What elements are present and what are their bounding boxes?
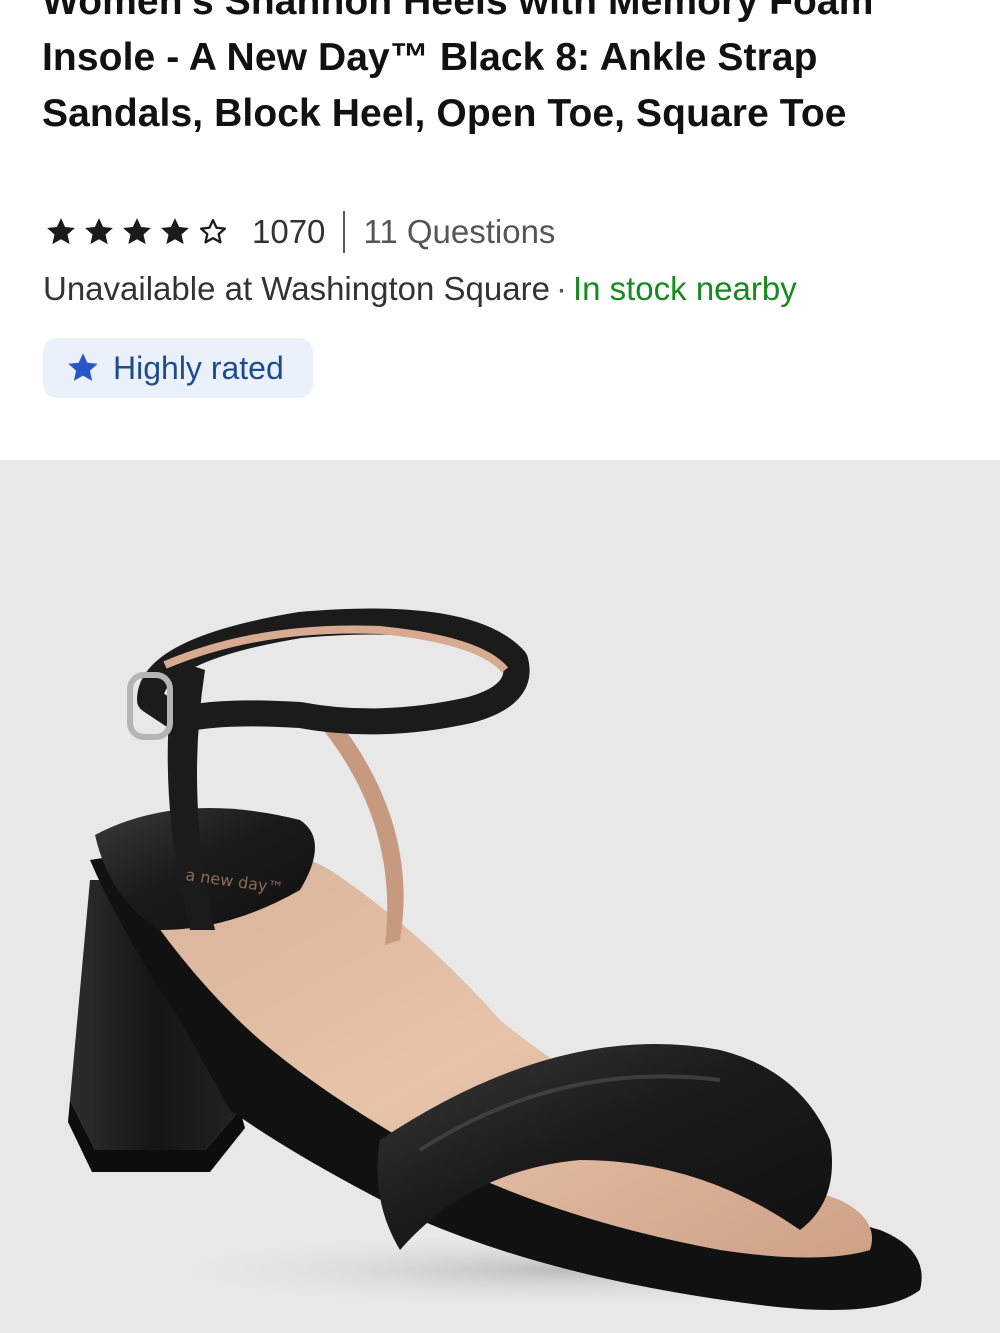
store-availability[interactable]: Unavailable at Washington Square [43, 270, 550, 307]
rating-row[interactable]: 1070 11 Questions [44, 208, 555, 256]
product-image[interactable]: a new day™ [0, 460, 1000, 1333]
star-filled-icon [85, 218, 113, 245]
star-filled-icon [47, 218, 75, 245]
product-title: Women's Shannon Heels with Memory Foam I… [42, 0, 874, 135]
questions-link[interactable]: 11 Questions [363, 213, 555, 251]
highly-rated-badge: Highly rated [43, 338, 313, 398]
product-title-container: Women's Shannon Heels with Memory Foam I… [42, 0, 972, 142]
star-filled-icon [123, 218, 151, 245]
star-empty-icon [199, 218, 227, 244]
star-rating [44, 215, 230, 249]
sandal-illustration: a new day™ [68, 608, 980, 1310]
star-icon [68, 353, 98, 381]
availability-line: Unavailable at Washington Square · In stoc… [43, 270, 797, 308]
badge-label: Highly rated [113, 349, 284, 386]
in-stock-nearby-link[interactable]: In stock nearby [573, 270, 797, 307]
product-page: Women's Shannon Heels with Memory Foam I… [0, 0, 1000, 1333]
availability-separator: · [555, 270, 567, 307]
rating-count[interactable]: 1070 [252, 213, 325, 251]
rating-divider [343, 211, 346, 253]
star-filled-icon [161, 218, 189, 245]
